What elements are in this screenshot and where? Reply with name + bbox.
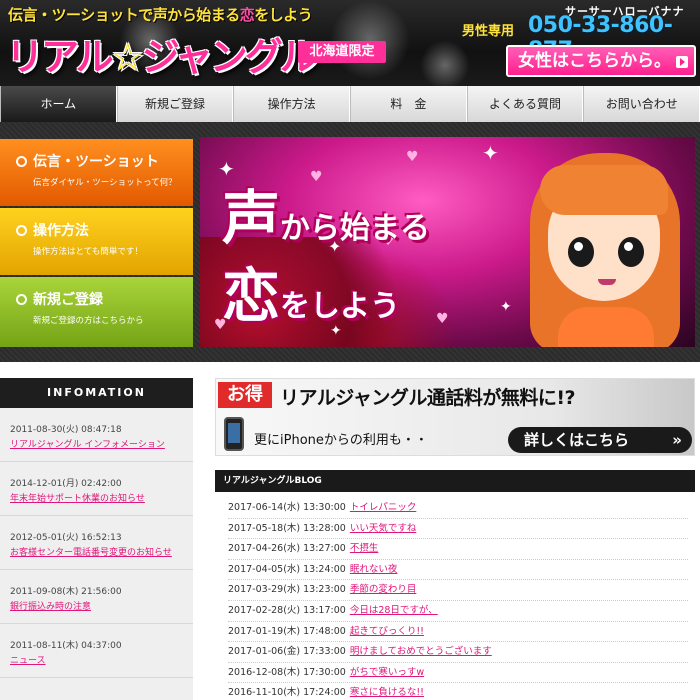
side-menu-message[interactable]: 伝言・ツーショット 伝言ダイヤル・ツーショットって何？	[0, 139, 193, 206]
info-link[interactable]: ニュース	[10, 653, 193, 666]
circle-arrow-icon	[16, 294, 27, 305]
info-list: 2011-08-30(火) 08:47:18 リアルジャングル インフォメーショ…	[0, 408, 193, 700]
list-item: 2012-05-01(火) 16:52:13 お客様センター電話番号変更のお知ら…	[0, 516, 193, 570]
circle-arrow-icon	[16, 156, 27, 167]
female-entry-button[interactable]: 女性はこちらから。	[506, 45, 696, 77]
double-chevron-right-icon: »	[672, 431, 682, 449]
blog-row: 2017-06-14(水) 13:30:00 トイレパニック	[228, 498, 688, 519]
blog-link[interactable]: 不摂生	[350, 543, 379, 554]
info-link[interactable]: お客様センター電話番号変更のお知らせ	[10, 545, 193, 558]
site-logo[interactable]: リアル☆ジャングル	[6, 26, 318, 81]
nav-how-to[interactable]: 操作方法	[233, 86, 351, 122]
deal-badge: お得	[218, 382, 272, 408]
blog-row: 2017-02-28(火) 13:17:00 今日は28日ですが、	[228, 601, 688, 622]
blog-heading: リアルジャングルBLOG	[215, 470, 695, 492]
details-button[interactable]: 詳しくはこちら»	[508, 427, 692, 453]
blog-link[interactable]: いい天気ですね	[350, 523, 417, 534]
blog-link[interactable]: 今日は28日ですが、	[350, 605, 438, 616]
blog-row: 2017-05-18(木) 13:28:00 いい天気ですね	[228, 519, 688, 540]
info-link[interactable]: リアルジャングル インフォメーション	[10, 437, 193, 450]
heart-icon: ♥	[406, 149, 419, 165]
list-item: 2011-08-11(木) 04:37:00 ニュース	[0, 624, 193, 678]
character-illustration	[518, 139, 688, 347]
blog-row: 2017-01-06(金) 17:33:00 明けましておめでとうございます	[228, 642, 688, 663]
list-item: 2014-12-01(月) 02:42:00 年末年始サポート休業のお知らせ	[0, 462, 193, 516]
list-item: 2011-09-08(木) 21:56:00 銀行振込み時の注意	[0, 570, 193, 624]
nav-home[interactable]: ホーム	[0, 86, 117, 122]
hero-headline-2: 恋をしよう	[222, 262, 401, 330]
region-badge: 北海道限定	[298, 41, 386, 63]
heart-icon: ♥	[436, 311, 449, 327]
star-icon: ✦	[482, 141, 499, 165]
nav-faq[interactable]: よくある質問	[466, 86, 584, 122]
blog-link[interactable]: 季節の変わり目	[350, 584, 417, 595]
side-menu-how-to[interactable]: 操作方法 操作方法はとても簡単です！	[0, 208, 193, 275]
circle-arrow-icon	[16, 225, 27, 236]
blog-link[interactable]: 起きてびっくり!!	[350, 626, 424, 637]
blog-link[interactable]: がちで寒いっすw	[350, 667, 424, 678]
site-tagline: 伝言・ツーショットで声から始まる恋をしよう	[8, 6, 313, 24]
site-header: 伝言・ツーショットで声から始まる恋をしよう リアル☆ジャングル 北海道限定 サー…	[0, 0, 700, 86]
blog-row: 2017-01-19(木) 17:48:00 起きてびっくり!!	[228, 622, 688, 643]
hero-headline-1: 声から始まる	[222, 184, 431, 252]
list-item: 2011-08-30(火) 08:47:18 リアルジャングル インフォメーショ…	[0, 408, 193, 462]
blog-link[interactable]: 明けましておめでとうございます	[350, 646, 492, 657]
info-link[interactable]: 銀行振込み時の注意	[10, 599, 193, 612]
smartphone-icon	[224, 417, 244, 451]
blog-row: 2016-12-08(木) 17:30:00 がちで寒いっすw	[228, 663, 688, 684]
side-menu-register[interactable]: 新規ご登録 新規ご登録の方はこちらから	[0, 277, 193, 347]
nav-pricing[interactable]: 料 金	[350, 86, 467, 122]
info-link[interactable]: 年末年始サポート休業のお知らせ	[10, 491, 193, 504]
blog-link[interactable]: 寒さに負けるな!!	[350, 687, 424, 698]
promo-title: リアルジャングル通話料が無料に!?	[280, 387, 576, 409]
star-icon: ☆	[110, 35, 145, 79]
blog-list: 2017-06-14(水) 13:30:00 トイレパニック 2017-05-18…	[228, 498, 688, 700]
phone-label: 男性専用	[462, 24, 515, 39]
blog-link[interactable]: トイレパニック	[350, 502, 417, 513]
promo-subtitle: 更にiPhoneからの利用も・・	[254, 433, 428, 448]
info-heading: INFOMATION	[0, 378, 193, 408]
star-icon: ✦	[500, 299, 512, 315]
promo-banner[interactable]: お得 リアルジャングル通話料が無料に!? 更にiPhoneからの利用も・・ 詳し…	[215, 378, 695, 456]
main-navigation: ホーム 新規ご登録 操作方法 料 金 よくある質問 お問い合わせ	[0, 86, 700, 122]
hero-banner: ✦ ✦ ✦ ✦ ✦ ♥ ♥ ♥ ♥ ♥ 声から始まる 恋をしよう	[200, 137, 695, 347]
blog-row: 2017-04-26(水) 13:27:00 不摂生	[228, 539, 688, 560]
blog-row: 2016-11-10(木) 17:24:00 寒さに負けるな!!	[228, 683, 688, 700]
nav-contact[interactable]: お問い合わせ	[583, 86, 700, 122]
nav-register[interactable]: 新規ご登録	[116, 86, 234, 122]
blog-row: 2017-03-29(水) 13:23:00 季節の変わり目	[228, 580, 688, 601]
blog-row: 2017-04-05(水) 13:24:00 眠れない夜	[228, 560, 688, 581]
arrow-right-icon	[676, 56, 688, 68]
blog-link[interactable]: 眠れない夜	[350, 564, 398, 575]
